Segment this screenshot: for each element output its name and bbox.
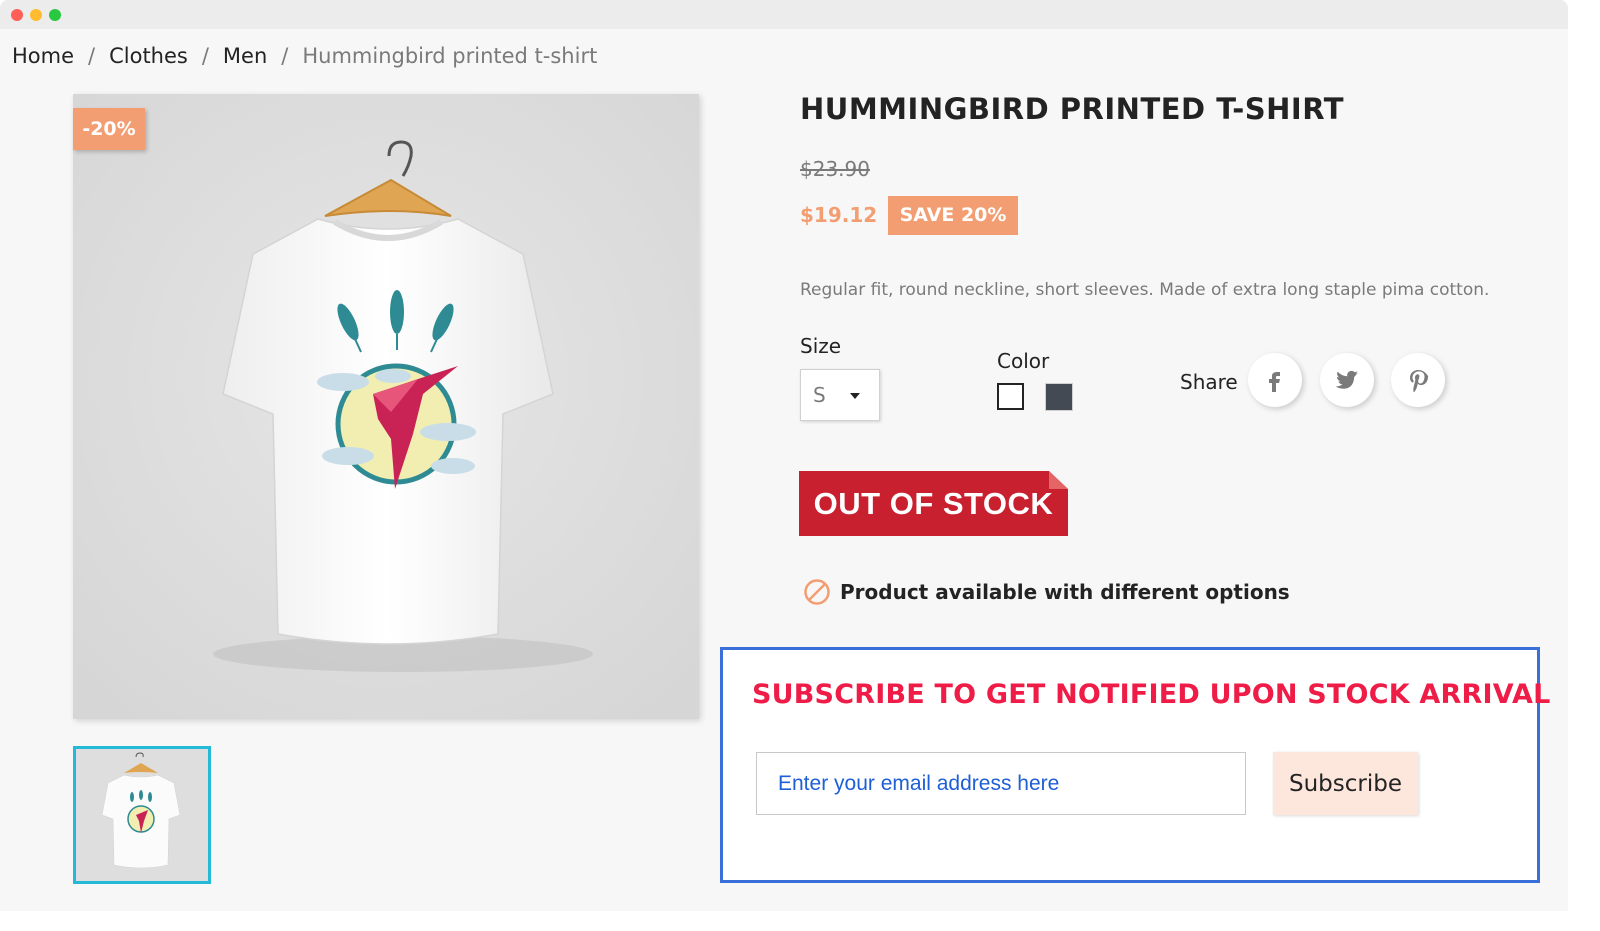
breadcrumb-home[interactable]: Home bbox=[12, 44, 74, 68]
color-swatch-grey[interactable] bbox=[1045, 383, 1073, 411]
facebook-share-button[interactable] bbox=[1248, 353, 1302, 407]
discount-flag: -20% bbox=[73, 108, 145, 150]
email-input[interactable] bbox=[756, 752, 1246, 815]
current-price: $19.12 bbox=[800, 203, 878, 227]
breadcrumb-separator: / bbox=[201, 44, 209, 68]
pinterest-icon bbox=[1410, 370, 1429, 392]
product-main-image[interactable] bbox=[73, 94, 699, 719]
close-window-button[interactable] bbox=[11, 9, 23, 21]
breadcrumb-current: Hummingbird printed t-shirt bbox=[302, 44, 598, 68]
product-title: HUMMINGBIRD PRINTED T-SHIRT bbox=[800, 92, 1345, 126]
save-badge: SAVE 20% bbox=[888, 196, 1018, 235]
breadcrumb: Home / Clothes / Men / Hummingbird printed t-s… bbox=[12, 44, 597, 68]
size-label: Size bbox=[800, 334, 842, 358]
tshirt-thumbnail-image bbox=[76, 749, 208, 881]
minimize-window-button[interactable] bbox=[30, 9, 42, 21]
out-of-stock-banner: OUT OF STOCK bbox=[799, 471, 1068, 536]
breadcrumb-clothes[interactable]: Clothes bbox=[109, 44, 188, 68]
subscribe-button[interactable]: Subscribe bbox=[1273, 752, 1418, 815]
caret-down-icon bbox=[850, 393, 860, 399]
breadcrumb-men[interactable]: Men bbox=[223, 44, 267, 68]
product-thumbnail[interactable] bbox=[73, 746, 211, 884]
facebook-icon bbox=[1269, 372, 1280, 392]
breadcrumb-separator: / bbox=[88, 44, 96, 68]
color-label: Color bbox=[997, 349, 1050, 373]
color-swatch-white[interactable] bbox=[997, 383, 1024, 410]
share-label: Share bbox=[1180, 370, 1238, 394]
breadcrumb-separator: / bbox=[281, 44, 289, 68]
pinterest-share-button[interactable] bbox=[1391, 353, 1445, 407]
size-select[interactable]: S bbox=[800, 369, 880, 421]
regular-price: $23.90 bbox=[800, 157, 870, 181]
maximize-window-button[interactable] bbox=[49, 9, 61, 21]
availability-message: Product available with different options bbox=[840, 580, 1290, 604]
twitter-icon bbox=[1335, 370, 1358, 389]
twitter-share-button[interactable] bbox=[1320, 353, 1374, 407]
block-icon bbox=[804, 579, 830, 605]
tshirt-illustration bbox=[73, 94, 699, 719]
notify-title: SUBSCRIBE TO GET NOTIFIED UPON STOCK ARR… bbox=[752, 679, 1551, 710]
size-selected-value: S bbox=[813, 383, 826, 407]
window-titlebar bbox=[0, 0, 1568, 29]
product-description: Regular fit, round neckline, short sleev… bbox=[800, 280, 1490, 300]
